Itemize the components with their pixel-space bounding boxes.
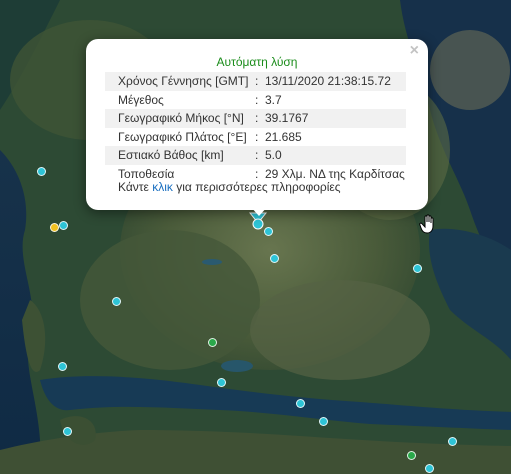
more-info-link[interactable]: κλικ [152,180,173,194]
earthquake-marker[interactable] [217,378,226,387]
earthquake-marker[interactable] [59,221,68,230]
table-row: Εστιακό Βάθος [km] : 5.0 [105,146,406,165]
earthquake-info-popup: × Αυτόματη λύση Χρόνος Γέννησης [GMT] : … [86,39,428,210]
earthquake-marker[interactable] [112,297,121,306]
row-separator: : [255,72,265,91]
popup-title: Αυτόματη λύση [216,55,298,69]
row-value: 5.0 [265,146,406,165]
row-label: Μέγεθος [118,92,164,107]
hand-pointer-icon [419,214,434,234]
earthquake-marker[interactable] [58,362,67,371]
row-separator: : [255,109,265,128]
row-label: Εστιακό Βάθος [km] [105,146,255,165]
earthquake-marker[interactable] [270,254,279,263]
row-value: 13/11/2020 21:38:15.72 [265,72,406,91]
earthquake-marker[interactable] [208,338,217,347]
table-row: Χρόνος Γέννησης [GMT] : 13/11/2020 21:38… [105,72,406,91]
popup-pointer [250,206,268,216]
map-view[interactable]: × Αυτόματη λύση Χρόνος Γέννησης [GMT] : … [0,0,511,474]
earthquake-marker[interactable] [319,417,328,426]
earthquake-marker[interactable] [50,223,59,232]
table-row: Μέγεθος : 3.7 [105,91,406,110]
earthquake-marker[interactable] [63,427,72,436]
more-suffix: για περισσότερες πληροφορίες [176,180,341,194]
row-label: Γεωγραφικό Πλάτος [°E] [118,129,247,144]
table-row: Γεωγραφικό Πλάτος [°E] : 21.685 [105,128,406,147]
row-value: 21.685 [265,129,302,144]
row-value: 39.1767 [265,109,406,128]
table-row: Γεωγραφικό Μήκος [°N] : 39.1767 [105,109,406,128]
row-separator: : [255,146,265,165]
earthquake-marker[interactable] [413,264,422,273]
row-value: 3.7 [265,92,282,107]
more-prefix: Κάντε [118,180,149,194]
row-separator: : [255,129,259,144]
row-label: Χρόνος Γέννησης [GMT] [105,72,255,91]
row-separator: : [255,92,259,107]
earthquake-marker[interactable] [425,464,434,473]
row-label: Γεωγραφικό Μήκος [°N] [105,109,255,128]
info-table: Χρόνος Γέννησης [GMT] : 13/11/2020 21:38… [105,72,406,184]
earthquake-marker[interactable] [296,399,305,408]
earthquake-marker[interactable] [407,451,416,460]
more-info-line: Κάντε κλικ για περισσότερες πληροφορίες [118,180,341,194]
earthquake-marker[interactable] [448,437,457,446]
earthquake-marker[interactable] [37,167,46,176]
